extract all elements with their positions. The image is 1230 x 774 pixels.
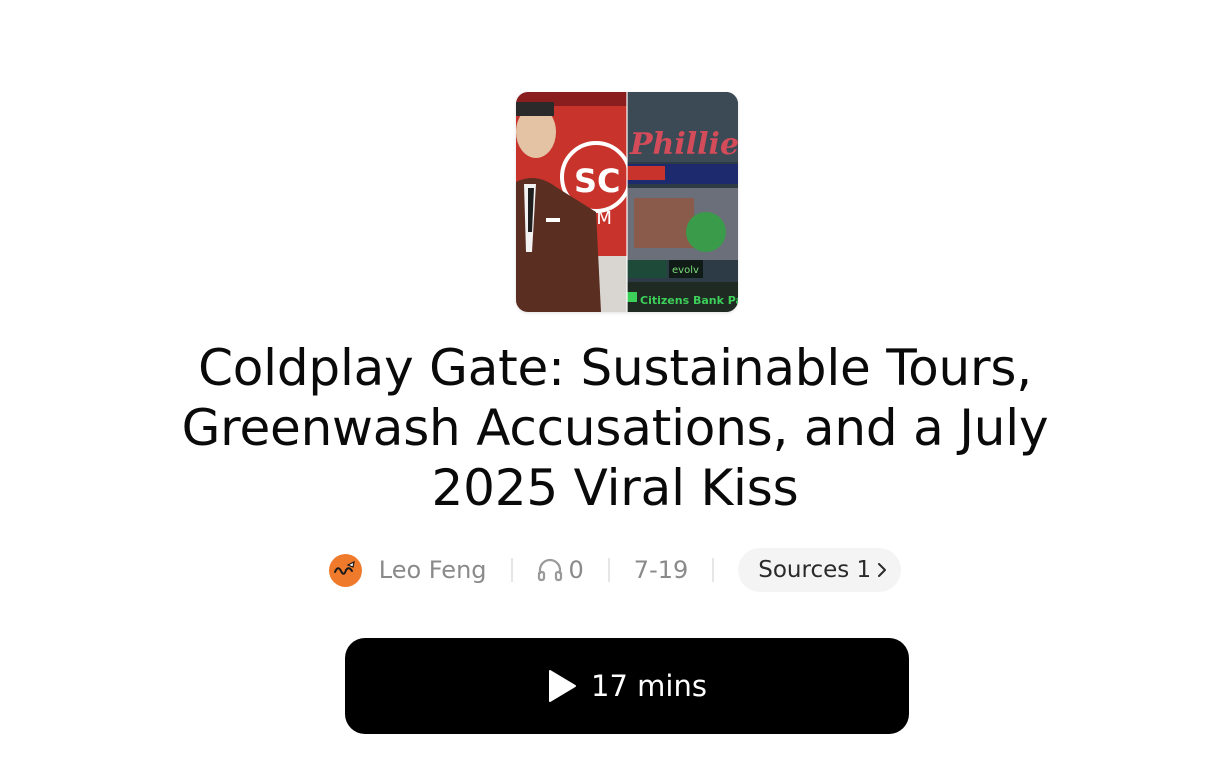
sources-label: Sources 1: [758, 557, 872, 583]
meta-divider: [607, 558, 610, 582]
episode-meta-row: Leo Feng 0 7-19 Sources 1: [0, 548, 1230, 592]
episode-title: Coldplay Gate: Sustainable Tours, Greenw…: [181, 339, 1049, 517]
listen-count-value: 0: [568, 556, 584, 584]
chevron-right-icon: [878, 563, 887, 577]
meta-divider: [510, 558, 513, 582]
svg-text:evolv: evolv: [672, 265, 699, 276]
listen-count: 0: [537, 556, 584, 584]
meta-divider: [712, 558, 715, 582]
episode-cover-image: SC AM Phillies evolv Citizens Bank Park: [516, 92, 738, 312]
publish-date: 7-19: [633, 556, 689, 584]
svg-text:Citizens Bank Park: Citizens Bank Park: [640, 294, 738, 307]
episode-page: SC AM Phillies evolv Citizens Bank Park: [0, 0, 1230, 774]
author-name[interactable]: Leo Feng: [379, 556, 487, 584]
svg-text:Phillies: Phillies: [629, 127, 738, 162]
author-avatar-icon[interactable]: [328, 553, 362, 587]
cover-art: SC AM Phillies evolv Citizens Bank Park: [516, 92, 738, 312]
play-icon: [549, 670, 577, 702]
play-button[interactable]: 17 mins: [345, 638, 909, 734]
svg-text:SC: SC: [574, 162, 621, 200]
headphones-icon: [537, 558, 562, 582]
sources-button[interactable]: Sources 1: [738, 548, 902, 592]
play-duration-label: 17 mins: [591, 669, 707, 703]
